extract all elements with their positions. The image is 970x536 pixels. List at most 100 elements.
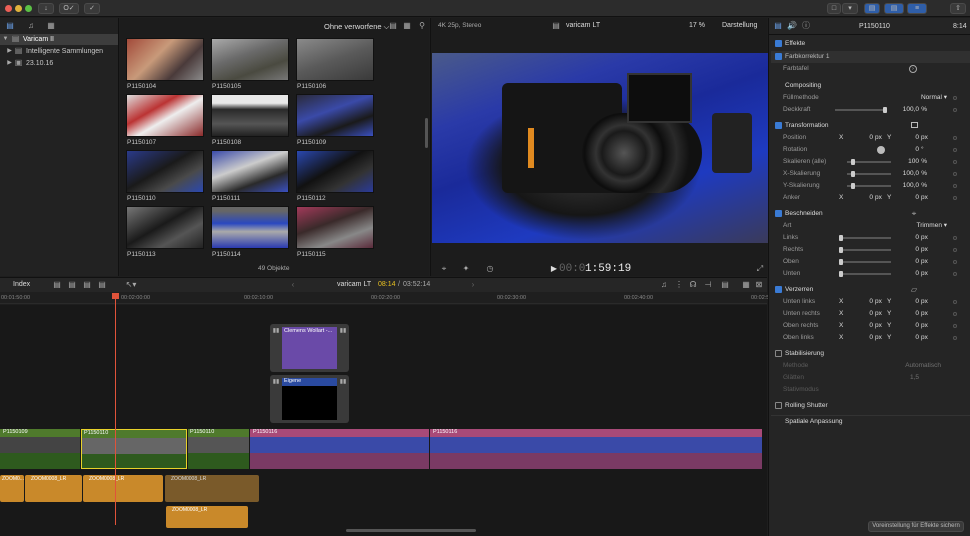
y-skalierung-row[interactable]: Y-Skalierung 100,0 % (775, 180, 965, 192)
timecode-display[interactable]: 1:59:19 (585, 263, 631, 275)
oben-row[interactable]: Oben 0 px (775, 256, 965, 268)
effects-browser-icon[interactable]: ▦ (741, 280, 751, 290)
search-icon[interactable]: ⚲ (417, 21, 427, 31)
titles-generators-icon[interactable]: ▦ (46, 21, 56, 31)
crop-slider[interactable] (839, 261, 891, 263)
section-rolling-shutter[interactable]: Rolling Shutter (771, 400, 970, 412)
trim-handle-right-icon[interactable]: ▮▮ (338, 377, 348, 387)
unten-row[interactable]: Unten 0 px (775, 268, 965, 280)
checkbox-unchecked[interactable] (775, 402, 782, 409)
farbtafel-row[interactable]: Farbtafel › (775, 63, 965, 75)
clip-thumbnail[interactable] (211, 94, 289, 137)
clip-thumbnail[interactable] (126, 150, 204, 193)
crop-slider[interactable] (839, 249, 891, 251)
generator-clip[interactable]: Eigene ▮▮ ▮▮ (270, 375, 349, 423)
keyframe-icon[interactable] (953, 172, 957, 176)
checkbox-checked[interactable] (775, 40, 782, 47)
crop-slider[interactable] (839, 273, 891, 275)
keyframe-icon[interactable] (953, 196, 957, 200)
library-item-varicam[interactable]: ▼ ▤ Varicam II (0, 34, 118, 45)
unten-links-row[interactable]: Unten links X 0 px Y 0 px (775, 296, 965, 308)
overwrite-clip-icon[interactable]: ▤ (82, 280, 92, 290)
param-value[interactable]: 0 (909, 320, 919, 332)
index-button[interactable]: Index (13, 281, 30, 288)
minimize-window-button[interactable] (15, 5, 22, 12)
skimming-icon[interactable]: ⋮ (674, 280, 684, 290)
list-view-icon[interactable]: ▦ (402, 21, 412, 31)
playhead-marker[interactable] (112, 293, 119, 299)
clip-thumbnail[interactable] (126, 94, 204, 137)
param-value[interactable]: 0 (863, 320, 873, 332)
checkbox-checked[interactable] (775, 210, 782, 217)
rotation-dial[interactable] (877, 146, 885, 154)
param-value[interactable]: 0 (909, 192, 919, 204)
disclosure-closed-icon[interactable]: ▶ (6, 46, 13, 56)
trim-handle-left-icon[interactable]: ▮▮ (271, 326, 281, 336)
zoom-menu[interactable]: 17 % (689, 22, 705, 29)
info-inspector-icon[interactable]: ⓘ (801, 21, 811, 31)
keyframe-icon[interactable] (953, 324, 957, 328)
keyframe-icon[interactable] (953, 184, 957, 188)
keyframe-icon[interactable] (953, 260, 957, 264)
fullmethode-row[interactable]: Füllmethode Normal ▾ (775, 92, 965, 104)
param-value[interactable]: 0 (863, 296, 873, 308)
keyframe-icon[interactable] (953, 236, 957, 240)
param-value[interactable]: 0 (863, 332, 873, 344)
view-menu[interactable]: Darstellung (722, 22, 757, 29)
param-value[interactable]: 0 (863, 308, 873, 320)
disclosure-open-icon[interactable]: ▼ (2, 34, 9, 44)
param-value[interactable]: 0 (909, 268, 919, 280)
crop-slider-knob[interactable] (839, 271, 843, 277)
effect-farbkorrektur[interactable]: Farbkorrektur 1 (771, 51, 970, 63)
filter-menu[interactable]: Ohne verworfene ⌵ (324, 22, 389, 32)
audio-skimming-icon[interactable]: ♫ (659, 280, 669, 290)
unten-rechts-row[interactable]: Unten rechts X 0 px Y 0 px (775, 308, 965, 320)
param-value[interactable]: Normal ▾ (895, 92, 947, 104)
snapping-icon[interactable]: ⊣ (703, 280, 713, 290)
checkbox-checked[interactable] (775, 122, 782, 129)
param-value[interactable]: 0 (909, 308, 919, 320)
skalieren-alle-row[interactable]: Skalieren (alle) 100 % (775, 156, 965, 168)
art-row[interactable]: Art Trimmen ▾ (775, 220, 965, 232)
photos-audio-icon[interactable]: ♫ (26, 21, 36, 31)
param-value[interactable]: 0 (863, 132, 873, 144)
fullscreen-icon[interactable]: ⤢ (755, 264, 765, 274)
param-value[interactable]: 100,0 (893, 104, 919, 116)
connect-clip-icon[interactable]: ▤ (97, 280, 107, 290)
import-button[interactable]: ↓ (38, 3, 54, 14)
param-value[interactable]: 0 (909, 144, 919, 156)
forward-arrow-icon[interactable]: › (468, 280, 478, 290)
param-value[interactable]: 0 (909, 256, 919, 268)
clip-thumbnail[interactable] (296, 150, 374, 193)
clip-thumbnail[interactable] (296, 38, 374, 81)
oben-rechts-row[interactable]: Oben rechts X 0 px Y 0 px (775, 320, 965, 332)
param-value[interactable]: 100,0 (893, 168, 919, 180)
param-value[interactable]: 100 (899, 156, 919, 168)
title-clip[interactable]: Clemens Wollart -... ▮▮ ▮▮ (270, 324, 349, 372)
video-clip-pink[interactable]: P1150116 (430, 429, 762, 469)
keyframe-icon[interactable] (953, 312, 957, 316)
clip-thumbnail[interactable] (211, 206, 289, 249)
checkbox-checked[interactable] (775, 286, 782, 293)
select-tool-icon[interactable]: ↖▾ (124, 280, 138, 290)
crop-onscreen-icon[interactable]: ⌖ (909, 209, 919, 219)
crop-slider-knob[interactable] (839, 247, 843, 253)
audio-clip[interactable]: ZOOM0008_LR (25, 475, 82, 502)
speed-icon[interactable]: ◷ (485, 264, 495, 274)
keyframe-icon[interactable] (953, 248, 957, 252)
share-menu-button[interactable]: ▾ (842, 3, 858, 14)
audio-inspector-icon[interactable]: 🔊 (787, 21, 797, 31)
browser-scrollbar[interactable] (425, 118, 428, 148)
clip-appearance-icon[interactable]: ▤ (388, 21, 398, 31)
inspector-toggle-button[interactable]: ≡ (907, 3, 927, 14)
param-value[interactable]: 100,0 (893, 180, 919, 192)
param-value[interactable]: 0 (909, 132, 919, 144)
keyframe-icon[interactable] (953, 96, 957, 100)
audio-clip[interactable]: ZOOM0008_LR (83, 475, 163, 502)
audio-clip[interactable]: ZOOM0... (0, 475, 24, 502)
save-effects-preset-button[interactable]: Voreinstellung für Effekte sichern (868, 521, 964, 532)
browser-toggle-button[interactable]: ▤ (864, 3, 880, 14)
keyframe-icon[interactable] (953, 336, 957, 340)
opacity-slider[interactable] (835, 109, 887, 111)
rechts-row[interactable]: Rechts 0 px (775, 244, 965, 256)
